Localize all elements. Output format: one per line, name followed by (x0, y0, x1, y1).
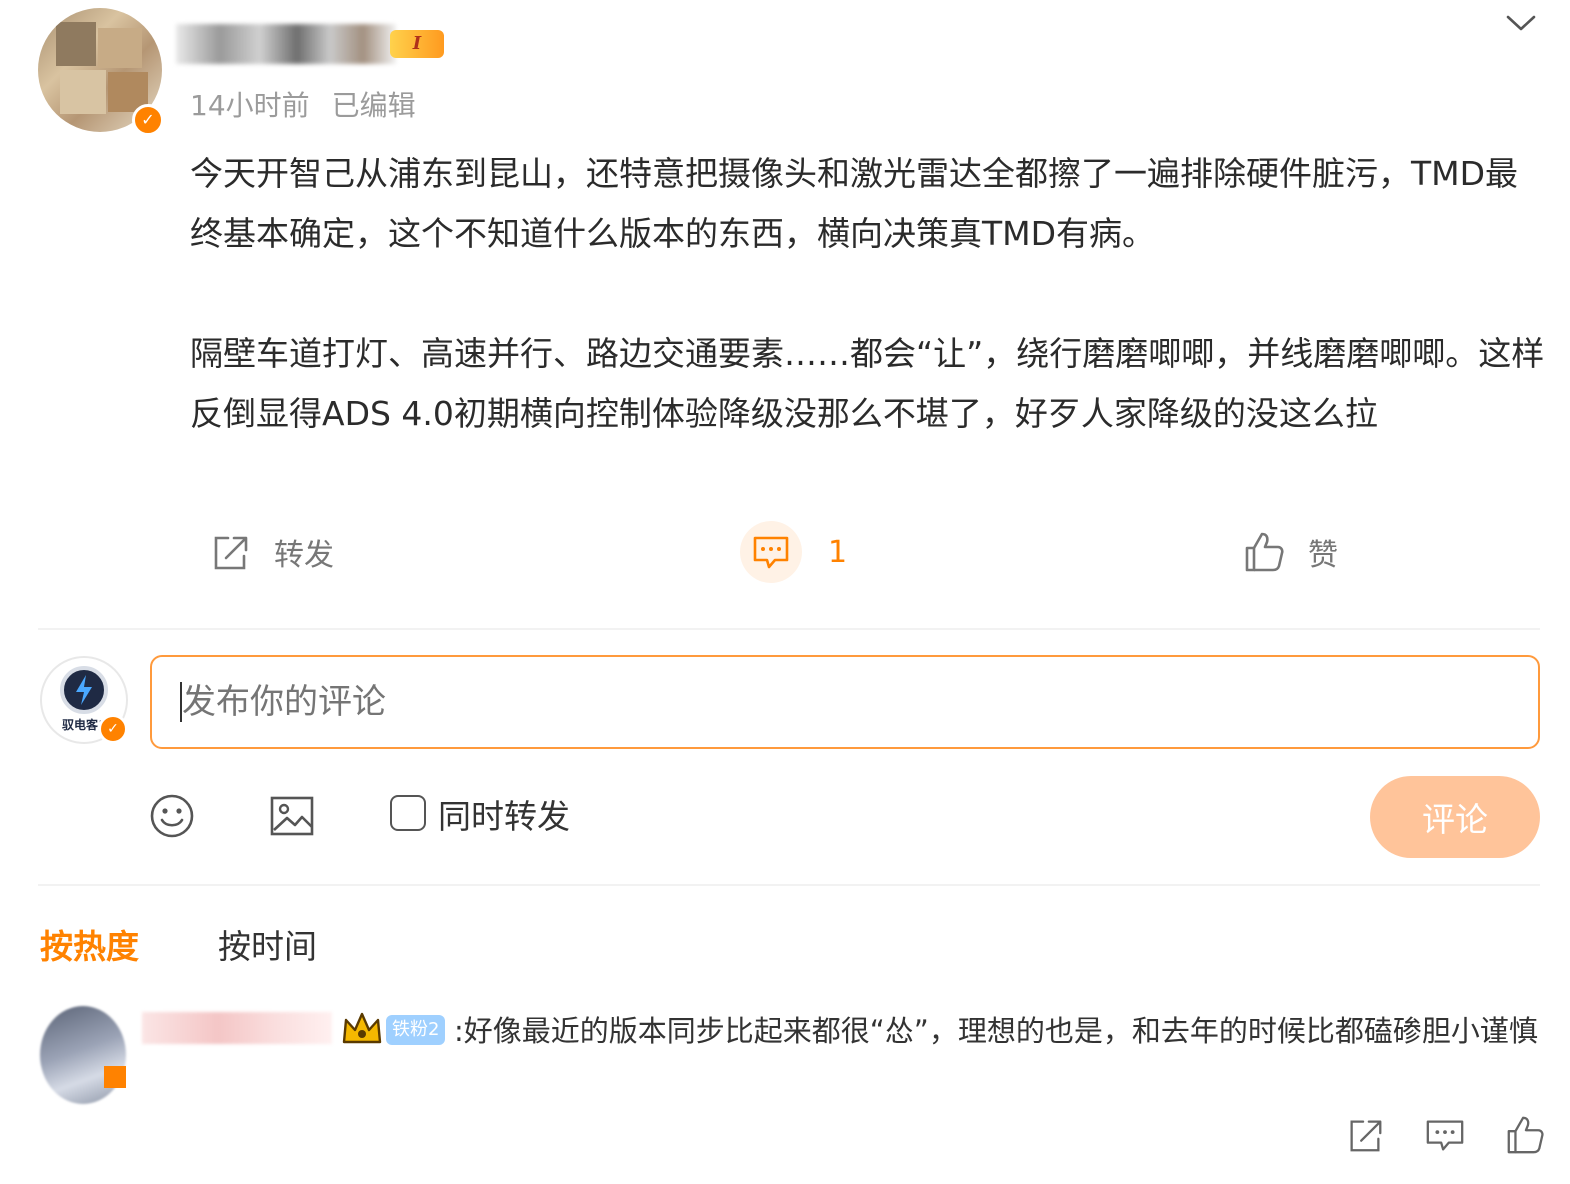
post-edited-label: 已编辑 (331, 89, 416, 122)
verified-badge-icon: ✓ (98, 714, 128, 744)
repost-checkbox[interactable] (390, 795, 426, 831)
post-time: 14小时前 (190, 89, 310, 122)
like-button[interactable]: 赞 (1242, 522, 1338, 582)
brand-logo-icon (60, 666, 108, 714)
tab-sort-by-hot[interactable]: 按热度 (40, 920, 139, 968)
repost-button[interactable]: 转发 (208, 522, 334, 582)
tab-sort-by-time[interactable]: 按时间 (218, 920, 317, 968)
repost-checkbox-label[interactable]: 同时转发 (438, 790, 570, 838)
like-icon (1245, 532, 1284, 572)
divider (38, 628, 1540, 630)
comment-text: :好像最近的版本同步比起来都很“怂”，理想的也是，和去年的时候比都磕碜胆小谨慎 (454, 1014, 1538, 1048)
post-author-name[interactable] (176, 24, 396, 64)
comment-icon[interactable] (1424, 1114, 1466, 1156)
text-caret (180, 682, 182, 722)
emoji-icon[interactable] (148, 792, 196, 840)
comment-icon-wrap (740, 521, 802, 583)
post-paragraph: 隔壁车道打灯、高速并行、路边交通要素……都会“让”，绕行磨磨唧唧，并线磨磨唧唧。… (190, 334, 1545, 433)
post-body: 今天开智己从浦东到昆山，还特意把摄像头和激光雷达全都擦了一遍排除硬件脏污，TMD… (190, 144, 1545, 444)
verified-badge-icon: ✓ (132, 104, 164, 136)
chevron-down-icon[interactable] (1504, 8, 1538, 38)
like-icon[interactable] (1504, 1114, 1546, 1156)
repost-label: 转发 (274, 538, 334, 573)
post-meta: 14小时前 已编辑 (190, 84, 416, 124)
repost-icon (214, 536, 248, 570)
repost-icon[interactable] (1344, 1114, 1386, 1156)
comment-icon (753, 536, 789, 569)
like-label: 赞 (1308, 538, 1338, 573)
user-level-badge: I (390, 30, 444, 58)
divider (38, 884, 1540, 886)
post-paragraph: 今天开智己从浦东到昆山，还特意把摄像头和激光雷达全都擦了一遍排除硬件脏污，TMD… (190, 154, 1519, 253)
post-paragraph-blank (190, 264, 1545, 324)
image-icon[interactable] (268, 792, 316, 840)
commenter-avatar[interactable] (40, 1006, 126, 1104)
submit-comment-button[interactable]: 评论 (1370, 776, 1540, 858)
comment-count: 1 (828, 534, 848, 570)
comment-input[interactable] (150, 655, 1540, 749)
commenter-avatar-badge (104, 1066, 126, 1088)
comment-button[interactable]: 1 (740, 521, 848, 583)
